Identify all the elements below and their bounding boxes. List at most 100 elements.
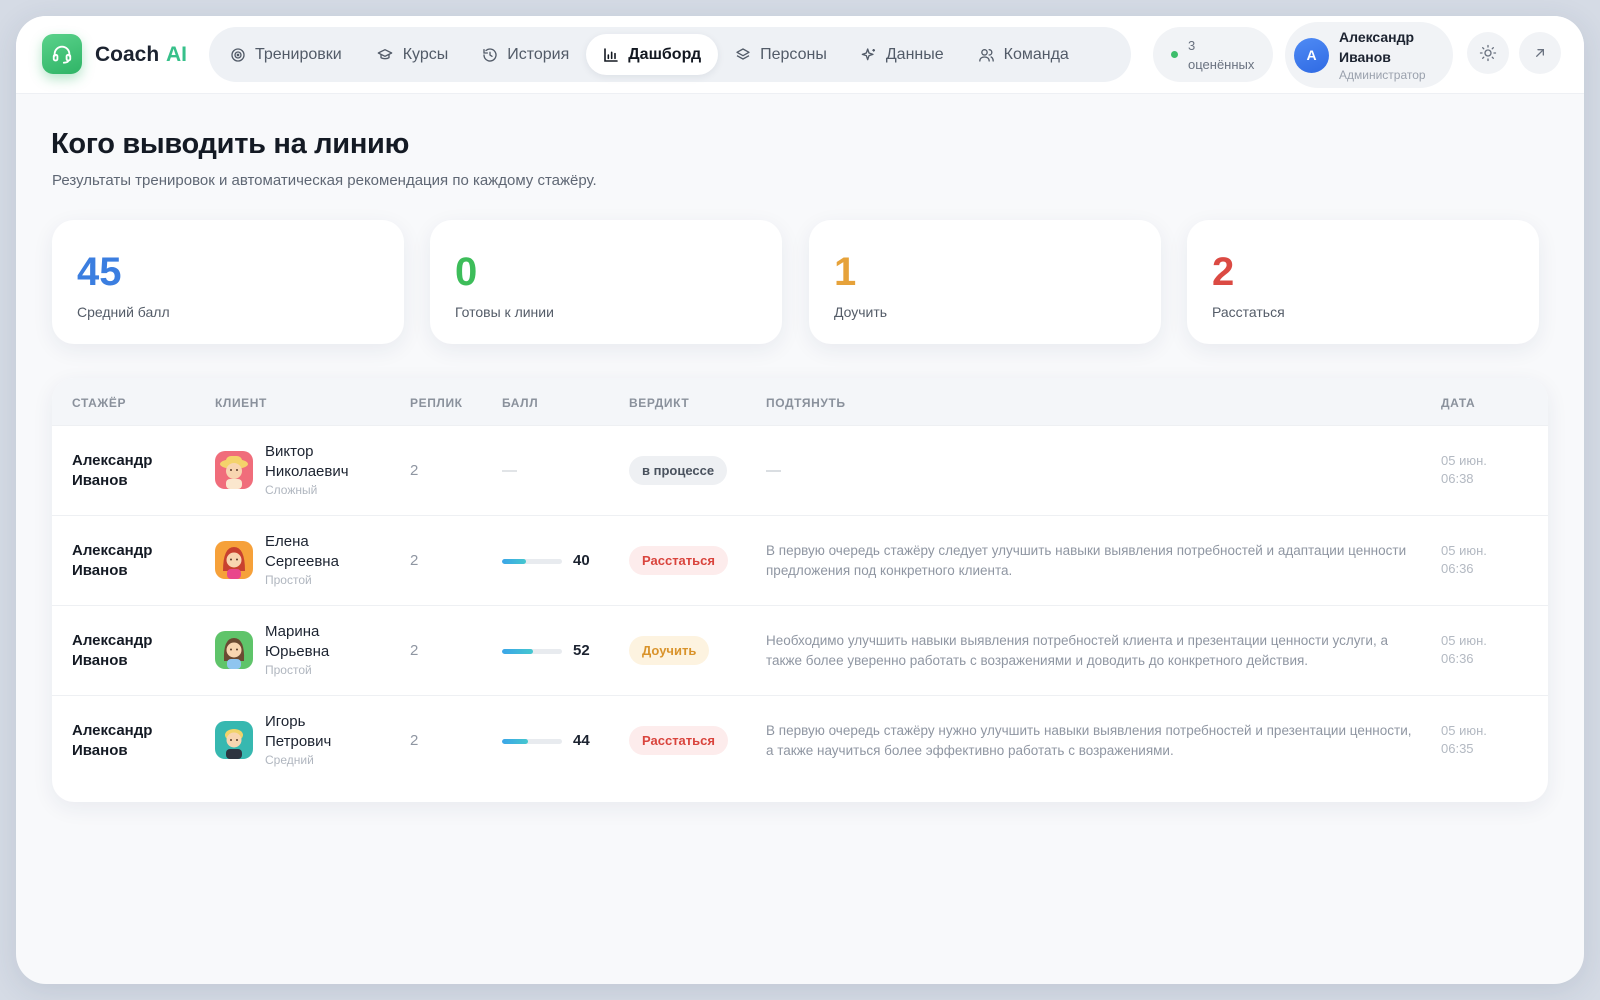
improve-text: Необходимо улучшить навыки выявления пот…	[766, 633, 1388, 668]
date-cell: 05 июн. 06:38	[1441, 452, 1487, 488]
history-icon	[483, 47, 497, 62]
table-row[interactable]: Александр Иванов Марина Юрьевна Простой …	[52, 605, 1548, 695]
top-bar: Coach AI Тренировки Курсы История Дашбор…	[16, 16, 1584, 94]
client-first-name: Елена	[265, 533, 309, 550]
stat-card-retrain: 1 Доучить	[809, 220, 1161, 344]
table-row[interactable]: Александр Иванов Виктор Николаевич Сложн…	[52, 425, 1548, 515]
target-icon	[231, 47, 245, 62]
score-bar-fill	[502, 559, 526, 564]
table-row[interactable]: Александр Иванов Игорь Петрович Средний …	[52, 695, 1548, 785]
nav-team-label: Команда	[1003, 45, 1069, 63]
score-value: 52	[573, 642, 590, 659]
user-avatar: А	[1294, 37, 1329, 73]
trainee-name: Александр Иванов	[72, 451, 182, 491]
client-name: Игорь Петрович	[265, 712, 375, 752]
stat-value: 1	[834, 250, 857, 294]
column-verdict[interactable]: ВЕРДИКТ	[629, 396, 689, 410]
date-day: 05 июн.	[1441, 633, 1487, 648]
trainee-name: Александр Иванов	[72, 631, 182, 671]
user-role: Администратор	[1339, 67, 1426, 82]
nav-personas[interactable]: Персоны	[718, 34, 844, 75]
date-time: 06:35	[1441, 741, 1474, 756]
nav-dashboard[interactable]: Дашборд	[586, 34, 719, 75]
user-last-name: Иванов	[1339, 48, 1391, 65]
column-replies[interactable]: РЕПЛИК	[410, 396, 463, 410]
score-empty: —	[502, 462, 517, 479]
stat-card-ready: 0 Готовы к линии	[430, 220, 782, 344]
external-link-button[interactable]	[1519, 32, 1561, 74]
score-bar	[502, 739, 562, 744]
nav-team[interactable]: Команда	[961, 34, 1086, 75]
client-name: Виктор Николаевич	[265, 442, 375, 482]
stat-card-part-ways: 2 Расстаться	[1187, 220, 1539, 344]
trainee-first-name: Александр	[72, 722, 153, 739]
client-avatar-icon	[215, 721, 253, 759]
client-name: Елена Сергеевна	[265, 532, 375, 572]
stat-label: Доучить	[834, 304, 888, 320]
client-avatar-icon	[215, 631, 253, 669]
score-bar-fill	[502, 649, 534, 654]
rated-label: оценённых	[1188, 56, 1255, 72]
sun-icon	[1479, 44, 1497, 62]
logo-headset-icon[interactable]	[42, 34, 82, 74]
table-header: СТАЖЁР КЛИЕНТ РЕПЛИК БАЛЛ ВЕРДИКТ ПОДТЯН…	[52, 378, 1548, 425]
trainee-name: Александр Иванов	[72, 541, 182, 581]
client-difficulty: Средний	[265, 753, 314, 767]
client-avatar-icon	[215, 541, 253, 579]
user-menu[interactable]: А Александр Иванов Администратор	[1285, 22, 1453, 88]
score-bar	[502, 559, 562, 564]
stat-label: Готовы к линии	[455, 304, 554, 320]
column-date[interactable]: ДАТА	[1441, 396, 1475, 410]
client-name: Марина Юрьевна	[265, 622, 375, 662]
nav-history-label: История	[507, 45, 570, 63]
stat-label: Расстаться	[1212, 304, 1285, 320]
improve-text: В первую очередь стажёру следует улучшит…	[766, 543, 1407, 578]
trainee-first-name: Александр	[72, 632, 153, 649]
date-day: 05 июн.	[1441, 453, 1487, 468]
stat-card-avg-score: 45 Средний балл	[52, 220, 404, 344]
nav-personas-label: Персоны	[760, 45, 827, 63]
bar-chart-icon	[604, 47, 619, 62]
stat-value: 0	[455, 250, 478, 294]
date-time: 06:36	[1441, 651, 1474, 666]
page-subtitle: Результаты тренировок и автоматическая р…	[52, 172, 597, 189]
client-first-name: Виктор	[265, 443, 314, 460]
trainee-last-name: Иванов	[72, 742, 128, 759]
client-difficulty: Простой	[265, 573, 312, 587]
column-score[interactable]: БАЛЛ	[502, 396, 538, 410]
graduation-cap-icon	[377, 48, 393, 59]
score-value: 40	[573, 552, 590, 569]
nav-data-label: Данные	[885, 45, 944, 63]
nav-history[interactable]: История	[465, 34, 586, 75]
score-bar-fill	[502, 739, 529, 744]
theme-toggle-button[interactable]	[1467, 32, 1509, 74]
client-first-name: Марина	[265, 623, 320, 640]
verdict-badge: Доучить	[629, 636, 710, 665]
client-avatar-icon	[215, 451, 253, 489]
replies-count: 2	[410, 642, 419, 659]
brand-name: Coach	[95, 43, 160, 66]
date-time: 06:38	[1441, 471, 1474, 486]
results-table: СТАЖЁР КЛИЕНТ РЕПЛИК БАЛЛ ВЕРДИКТ ПОДТЯН…	[52, 378, 1548, 802]
date-cell: 05 июн. 06:35	[1441, 722, 1487, 758]
table-row[interactable]: Александр Иванов Елена Сергеевна Простой…	[52, 515, 1548, 605]
nav-trainings[interactable]: Тренировки	[213, 34, 359, 75]
brand-suffix: AI	[166, 43, 187, 66]
page-title: Кого выводить на линию	[51, 128, 410, 160]
nav-data[interactable]: Данные	[844, 34, 961, 75]
stat-label: Средний балл	[77, 304, 170, 320]
stat-value: 2	[1212, 250, 1235, 294]
date-time: 06:36	[1441, 561, 1474, 576]
rated-count: 3	[1188, 37, 1196, 53]
replies-count: 2	[410, 552, 419, 569]
column-trainee[interactable]: СТАЖЁР	[72, 396, 126, 410]
layers-icon	[736, 47, 750, 60]
rated-status: 3 оценённых	[1153, 27, 1273, 82]
replies-count: 2	[410, 732, 419, 749]
client-last-name: Петрович	[265, 733, 332, 750]
column-improve[interactable]: ПОДТЯНУТЬ	[766, 396, 846, 410]
column-client[interactable]: КЛИЕНТ	[215, 396, 267, 410]
verdict-badge: Расстаться	[629, 546, 728, 575]
trainee-first-name: Александр	[72, 452, 153, 469]
nav-courses[interactable]: Курсы	[359, 34, 466, 75]
